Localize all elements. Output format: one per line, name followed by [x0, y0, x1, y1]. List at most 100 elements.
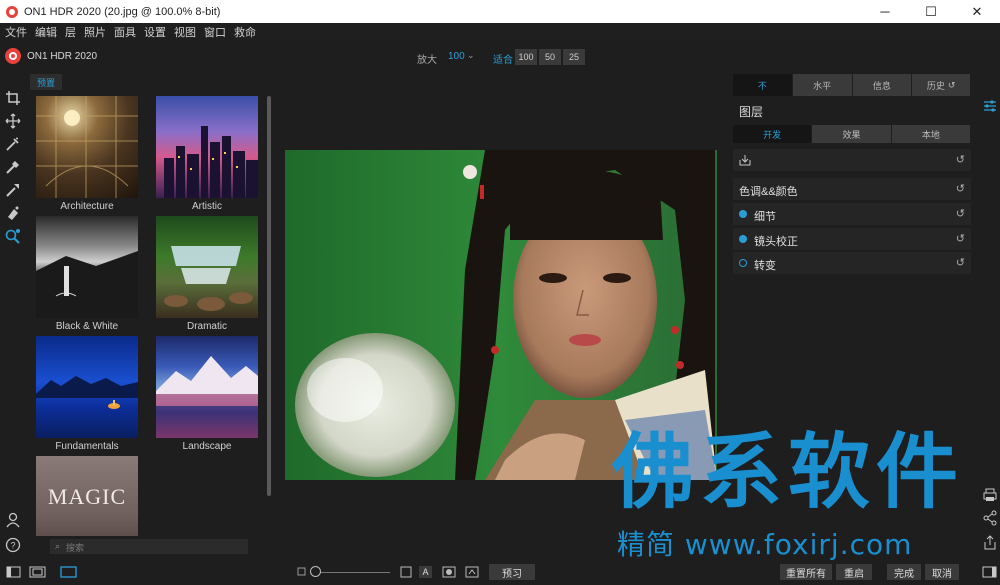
presets-scrollbar[interactable]	[267, 96, 271, 496]
zoom-in-icon[interactable]	[400, 566, 416, 582]
panel-lens-correction[interactable]: 镜头校正 ↺	[733, 228, 971, 250]
watermark-title: 佛系软件	[612, 425, 965, 520]
export-icon[interactable]	[982, 535, 998, 551]
preset-black-white[interactable]: Black & White	[36, 216, 138, 332]
compare-icon[interactable]	[465, 566, 481, 582]
tab-develop[interactable]: 开发	[733, 125, 812, 143]
on1-logo-icon	[5, 48, 21, 64]
tab-levels[interactable]: 水平	[792, 74, 852, 96]
preset-dramatic[interactable]: Dramatic	[156, 216, 258, 332]
panel-label: 镜头校正	[754, 236, 798, 248]
move-tool-icon[interactable]	[5, 113, 21, 129]
zoom-slider-handle[interactable]	[310, 566, 321, 577]
search-placeholder: 搜索	[66, 543, 85, 553]
reset-icon[interactable]: ↺	[956, 207, 965, 220]
preset-architecture[interactable]: Architecture	[36, 96, 138, 212]
panel-label: 细节	[754, 211, 776, 223]
zoom-select[interactable]: 100	[448, 51, 465, 62]
search-input[interactable]: ⌕ 搜索	[50, 539, 248, 554]
user-icon[interactable]	[5, 512, 21, 528]
preview-button[interactable]: 预习	[489, 564, 535, 580]
crop-tool-icon[interactable]	[5, 90, 21, 106]
disabled-dot-icon[interactable]	[739, 259, 747, 267]
preset-thumbnail	[156, 96, 258, 198]
minimize-button[interactable]: ─	[862, 0, 908, 23]
menu-file[interactable]: 文件	[5, 24, 27, 40]
menu-settings[interactable]: 设置	[144, 24, 166, 40]
layers-title: 图层	[739, 105, 764, 119]
print-icon[interactable]	[982, 487, 998, 503]
enabled-dot-icon[interactable]	[739, 210, 747, 218]
mask-view-icon[interactable]	[442, 566, 458, 582]
presets-grid: Architecture Artistic Black & White Dram…	[30, 92, 266, 536]
zoom-25-button[interactable]: 25	[563, 49, 585, 65]
preset-thumbnail	[36, 216, 138, 318]
zoom-50-button[interactable]: 50	[539, 49, 561, 65]
preset-thumbnail	[36, 96, 138, 198]
menu-layer[interactable]: 层	[65, 24, 76, 40]
zoom-slider[interactable]	[310, 572, 390, 573]
window-titlebar: ON1 HDR 2020 (20.jpg @ 100.0% 8-bit) ─ ☐…	[0, 0, 1000, 23]
close-button[interactable]: ✕	[954, 0, 1000, 23]
enabled-dot-icon[interactable]	[739, 235, 747, 243]
cancel-button[interactable]: 取消	[925, 564, 959, 580]
tab-presets[interactable]: 预置	[30, 74, 62, 90]
window-title: ON1 HDR 2020 (20.jpg @ 100.0% 8-bit)	[24, 5, 221, 18]
tab-none[interactable]: 不	[733, 74, 792, 96]
svg-text:?: ?	[10, 541, 15, 551]
menu-photo[interactable]: 照片	[84, 24, 106, 40]
reset-icon[interactable]: ↺	[956, 182, 965, 195]
chevron-down-icon[interactable]: ⌄	[467, 50, 475, 61]
history-undo-icon: ↺	[947, 79, 956, 90]
zoom-tool-icon[interactable]	[5, 228, 21, 244]
menu-mask[interactable]: 面具	[114, 24, 136, 40]
menu-window[interactable]: 窗口	[204, 24, 226, 40]
preset-fundamentals[interactable]: Fundamentals	[36, 336, 138, 452]
menu-view[interactable]: 视图	[174, 24, 196, 40]
tab-local[interactable]: 本地	[891, 125, 970, 143]
import-row[interactable]: ↺	[733, 149, 971, 171]
adjustments-sliders-icon[interactable]	[982, 98, 998, 114]
preset-label: Landscape	[182, 441, 232, 452]
panel-label: 转变	[754, 260, 776, 272]
single-view-icon[interactable]	[60, 566, 77, 582]
preset-artistic[interactable]: Artistic	[156, 96, 258, 212]
search-icon: ⌕	[55, 541, 61, 551]
masking-brush-icon[interactable]	[5, 159, 21, 175]
auto-button[interactable]: A	[419, 566, 432, 578]
line-mask-icon[interactable]	[5, 182, 21, 198]
done-button[interactable]: 完成	[887, 564, 921, 580]
toggle-left-panel-icon[interactable]	[6, 566, 22, 582]
reset-icon[interactable]: ↺	[956, 256, 965, 269]
watermark-url: 精简 www.foxirj.com	[617, 528, 913, 561]
auto-label: A	[422, 567, 429, 577]
panel-tone-color[interactable]: 色调&&颜色 ↺	[733, 178, 971, 200]
tab-history-label: 历史	[926, 80, 945, 91]
menu-edit[interactable]: 编辑	[35, 24, 57, 40]
reset-icon[interactable]: ↺	[956, 232, 965, 245]
brush-tool-icon[interactable]	[5, 136, 21, 152]
app-icon	[6, 5, 18, 18]
preset-magic[interactable]: MAGIC	[36, 456, 138, 536]
panel-transform[interactable]: 转变 ↺	[733, 252, 971, 274]
panel-details[interactable]: 细节 ↺	[733, 203, 971, 225]
help-icon[interactable]: ?	[5, 537, 21, 553]
import-icon[interactable]	[739, 154, 751, 169]
tab-info[interactable]: 信息	[852, 74, 912, 96]
retouch-tool-icon[interactable]	[5, 205, 21, 221]
filmstrip-icon[interactable]	[29, 566, 46, 582]
zoom-100-button[interactable]: 100	[515, 49, 537, 65]
preset-landscape[interactable]: Landscape	[156, 336, 258, 452]
maximize-button[interactable]: ☐	[908, 0, 954, 23]
tab-effects[interactable]: 效果	[812, 125, 891, 143]
preset-thumbnail: MAGIC	[36, 456, 138, 536]
share-icon[interactable]	[982, 510, 998, 526]
tab-history[interactable]: 历史 ↺	[912, 74, 970, 96]
menu-help[interactable]: 救命	[234, 24, 256, 40]
reset-button[interactable]: 重启	[836, 564, 872, 580]
reset-icon[interactable]: ↺	[956, 153, 965, 166]
top-toolbar: ON1 HDR 2020 放大 100 ⌄ 适合 100 50 25	[0, 41, 1000, 71]
fit-button[interactable]: 适合	[493, 51, 513, 66]
reset-all-button[interactable]: 重置所有	[780, 564, 832, 580]
toggle-right-panel-icon[interactable]	[982, 566, 998, 582]
